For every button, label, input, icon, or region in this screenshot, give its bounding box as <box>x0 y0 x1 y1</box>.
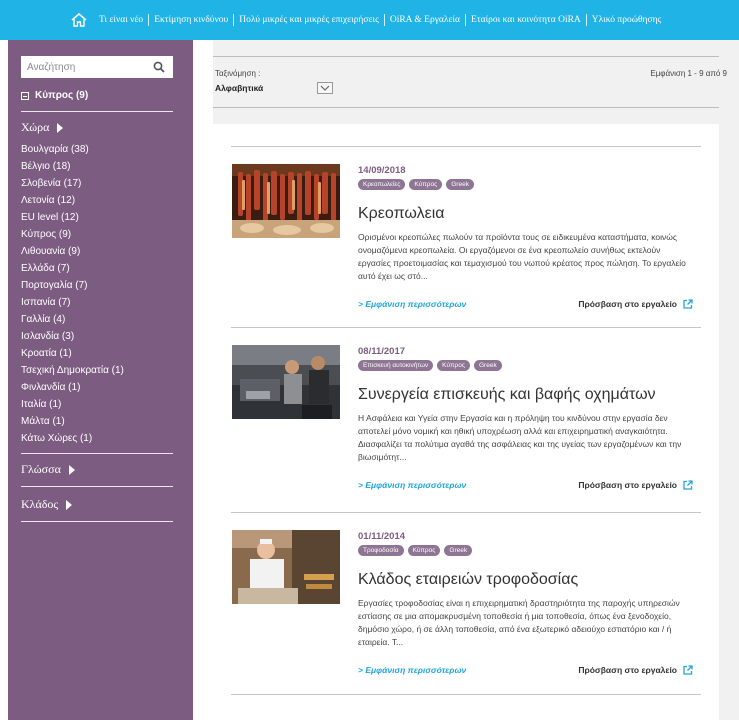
country-filter-item[interactable]: Τσεχική Δημοκρατία (1) <box>21 362 186 379</box>
tag-badge[interactable]: Τροφοδοσία <box>358 545 404 556</box>
country-filter-item[interactable]: Βουλγαρία (38) <box>21 141 186 158</box>
search-input[interactable] <box>21 57 149 77</box>
results-panel: 14/09/2018 Κρεοπωλείες Κύπρος Greek Κρεο… <box>213 124 719 720</box>
main-content: Ταξινόμηση : Αλφαβητικά Εμφάνιση 1 - 9 α… <box>213 40 739 720</box>
country-filter-item[interactable]: Βέλγιο (18) <box>21 158 186 175</box>
tool-card: 08/11/2017 Επισκευή αυτοκινήτων Κύπρος G… <box>231 327 701 511</box>
divider <box>21 486 173 487</box>
tag-badge[interactable]: Greek <box>444 545 473 556</box>
expand-arrow-icon <box>68 464 75 475</box>
tag-badge[interactable]: Κύπρος <box>409 179 443 190</box>
sort-dropdown-button[interactable] <box>317 82 333 94</box>
card-title[interactable]: Κλάδος εταιρειών τροφοδοσίας <box>358 571 578 589</box>
country-filter-item[interactable]: Κροατία (1) <box>21 345 186 362</box>
card-description: Ορισμένοι κρεοπώλες πωλούν τα προϊόντα τ… <box>358 232 686 281</box>
access-tool-label: Πρόσβαση στο εργαλείο <box>578 299 677 309</box>
card-title[interactable]: Κρεοπωλεια <box>358 205 445 223</box>
sort-value[interactable]: Αλφαβητικά <box>215 83 263 93</box>
card-tags: Κρεοπωλείες Κύπρος Greek <box>358 179 474 190</box>
card-tags: Τροφοδοσία Κύπρος Greek <box>358 545 473 556</box>
country-filter-item[interactable]: Λιθουανία (9) <box>21 243 186 260</box>
expand-arrow-icon <box>66 499 73 510</box>
home-icon[interactable] <box>70 12 88 28</box>
tag-badge[interactable]: Greek <box>474 360 502 371</box>
card-date: 14/09/2018 <box>358 165 406 176</box>
filter-section-country[interactable]: Χώρα <box>21 120 64 135</box>
card-description: Εργασίες τροφοδοσίας είναι η επιχειρηματ… <box>358 598 680 647</box>
access-tool-link[interactable]: Πρόσβαση στο εργαλείο <box>578 665 693 675</box>
card-title[interactable]: Συνεργεία επισκευής και βαφής οχημάτων <box>358 386 656 404</box>
country-filter-item[interactable]: Κάτω Χώρες (1) <box>21 430 186 447</box>
show-more-link[interactable]: > Εμφάνιση περισσότερων <box>358 299 466 309</box>
nav-item-oira-tools[interactable]: OiRA & Εργαλεία <box>383 14 465 26</box>
tag-badge[interactable]: Επισκευή αυτοκινήτων <box>358 360 434 371</box>
country-filter-item[interactable]: Ισπανία (7) <box>21 294 186 311</box>
divider <box>231 694 701 695</box>
country-filter-item[interactable]: Ιταλία (1) <box>21 396 186 413</box>
country-filter-list: Βουλγαρία (38) Βέλγιο (18) Σλοβενία (17)… <box>21 141 186 447</box>
divider <box>21 111 173 112</box>
chevron-down-icon <box>320 85 330 91</box>
card-date: 08/11/2017 <box>358 346 406 357</box>
expand-arrow-icon <box>57 122 64 133</box>
divider <box>21 521 173 522</box>
nav-item-risk-assessment[interactable]: Εκτίμηση κινδύνου <box>148 14 233 26</box>
country-filter-item[interactable]: EU level (12) <box>21 209 186 226</box>
language-heading: Γλώσσα <box>21 462 61 476</box>
active-filter-chip[interactable]: Κύπρος (9) <box>21 90 88 101</box>
external-link-icon <box>683 480 693 490</box>
country-filter-item[interactable]: Πορτογαλία (7) <box>21 277 186 294</box>
external-link-icon <box>683 665 693 675</box>
sector-heading: Κλάδος <box>21 497 59 511</box>
country-filter-item[interactable]: Φινλανδία (1) <box>21 379 186 396</box>
tool-card: 14/09/2018 Κρεοπωλείες Κύπρος Greek Κρεο… <box>231 146 701 326</box>
country-filter-item[interactable]: Μάλτα (1) <box>21 413 186 430</box>
filter-section-sector[interactable]: Κλάδος <box>21 497 73 512</box>
card-description: Η Ασφάλεια και Υγεία στην Εργασία και η … <box>358 413 682 462</box>
search-icon[interactable] <box>149 57 169 77</box>
remove-filter-icon[interactable] <box>21 91 29 100</box>
show-more-link[interactable]: > Εμφάνιση περισσότερων <box>358 480 466 490</box>
card-thumbnail-workshop[interactable] <box>232 345 340 419</box>
external-link-icon <box>683 299 693 309</box>
tag-badge[interactable]: Greek <box>446 179 474 190</box>
tag-badge[interactable]: Κρεοπωλείες <box>358 179 406 190</box>
divider <box>21 453 173 454</box>
nav-item-promotion-material[interactable]: Υλικό προώθησης <box>585 14 667 26</box>
card-thumbnail-butcher[interactable] <box>232 164 340 238</box>
country-filter-item[interactable]: Γαλλία (4) <box>21 311 186 328</box>
access-tool-link[interactable]: Πρόσβαση στο εργαλείο <box>578 299 693 309</box>
country-filter-item[interactable]: Ισλανδία (3) <box>21 328 186 345</box>
nav-item-small-businesses[interactable]: Πολύ μικρές και μικρές επιχειρήσεις <box>233 14 384 26</box>
search-box <box>21 56 173 78</box>
top-navigation: Τι είναι νέο Εκτίμηση κινδύνου Πολύ μικρ… <box>0 0 739 40</box>
filter-sidebar: Κύπρος (9) Χώρα Βουλγαρία (38) Βέλγιο (1… <box>8 40 193 720</box>
nav-item-whats-new[interactable]: Τι είναι νέο <box>94 14 148 26</box>
card-tags: Επισκευή αυτοκινήτων Κύπρος Greek <box>358 360 502 371</box>
access-tool-link[interactable]: Πρόσβαση στο εργαλείο <box>578 480 693 490</box>
access-tool-label: Πρόσβαση στο εργαλείο <box>578 665 677 675</box>
card-thumbnail-catering[interactable] <box>232 530 340 604</box>
sort-label: Ταξινόμηση : <box>215 69 261 78</box>
active-filter-label: Κύπρος (9) <box>35 90 89 101</box>
access-tool-label: Πρόσβαση στο εργαλείο <box>578 480 677 490</box>
country-filter-item[interactable]: Λετονία (12) <box>21 192 186 209</box>
tag-badge[interactable]: Κύπρος <box>437 360 470 371</box>
country-heading: Χώρα <box>21 120 50 134</box>
country-filter-item[interactable]: Ελλάδα (7) <box>21 260 186 277</box>
tag-badge[interactable]: Κύπρος <box>407 545 441 556</box>
card-date: 01/11/2014 <box>358 531 406 542</box>
results-count: Εμφάνιση 1 - 9 από 9 <box>650 69 727 78</box>
sort-bar: Ταξινόμηση : Αλφαβητικά Εμφάνιση 1 - 9 α… <box>213 56 727 108</box>
tool-card: 01/11/2014 Τροφοδοσία Κύπρος Greek Κλάδο… <box>231 512 701 694</box>
country-filter-item[interactable]: Σλοβενία (17) <box>21 175 186 192</box>
nav-item-partners-community[interactable]: Εταίροι και κοινότητα OiRA <box>465 14 586 26</box>
country-filter-item[interactable]: Κύπρος (9) <box>21 226 186 243</box>
filter-section-language[interactable]: Γλώσσα <box>21 462 75 477</box>
show-more-link[interactable]: > Εμφάνιση περισσότερων <box>358 665 466 675</box>
